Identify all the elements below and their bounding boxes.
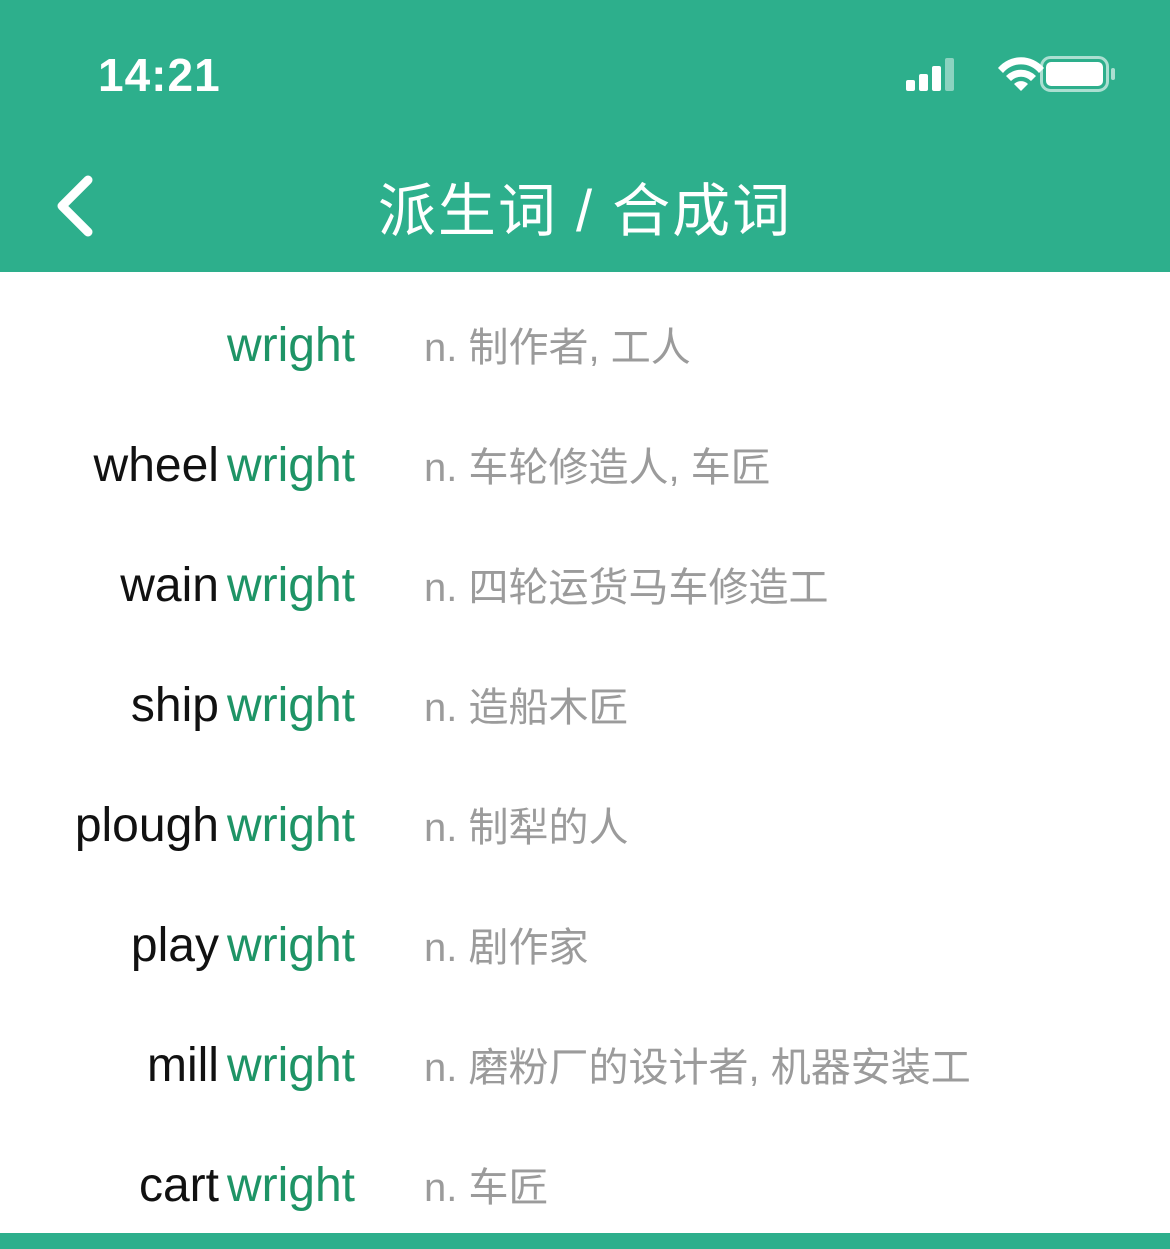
- word-meaning: n. 磨粉厂的设计者, 机器安装工: [424, 1046, 971, 1090]
- status-icons: [906, 56, 1115, 92]
- word: cart wright: [139, 1154, 355, 1218]
- page-title: 派生词 / 合成词: [377, 179, 793, 244]
- word-prefix: cart: [138, 1159, 219, 1212]
- word-meaning: n. 车匠: [424, 1166, 549, 1210]
- list-item[interactable]: wright n. 制作者, 工人: [0, 286, 1170, 406]
- word-root: wright: [226, 1039, 355, 1092]
- word-root: wright: [226, 799, 355, 852]
- word: mill wright: [147, 1034, 355, 1098]
- list-item[interactable]: cart wright n. 车匠: [0, 1126, 1170, 1246]
- word-root: wright: [226, 1159, 355, 1212]
- list-item[interactable]: ship wright n. 造船木匠: [0, 646, 1170, 766]
- word-prefix: play: [130, 919, 219, 972]
- status-time: 14:21: [98, 49, 221, 101]
- list-item[interactable]: play wright n. 剧作家: [0, 886, 1170, 1006]
- nav-header: 14:21 派生词 / 合成词: [0, 0, 1170, 272]
- wifi-icon: [998, 57, 1044, 91]
- word-root: wright: [226, 679, 355, 732]
- word-meaning: n. 制作者, 工人: [424, 326, 691, 370]
- word: ship wright: [131, 674, 355, 738]
- word: wright: [219, 314, 355, 378]
- word-prefix: wheel: [93, 439, 219, 492]
- bottom-bar: [0, 1233, 1170, 1249]
- word-meaning: n. 造船木匠: [424, 686, 629, 730]
- word: play wright: [131, 914, 355, 978]
- word-root: wright: [226, 319, 355, 372]
- word: wheel wright: [94, 434, 355, 498]
- word: wain wright: [120, 554, 355, 618]
- word-prefix: mill: [146, 1039, 219, 1092]
- word-prefix: wain: [120, 559, 219, 612]
- word-meaning: n. 四轮运货马车修造工: [424, 566, 829, 610]
- battery-icon: [1040, 56, 1115, 92]
- word-prefix: plough: [74, 799, 219, 852]
- word: plough wright: [75, 794, 355, 858]
- list-item[interactable]: wheel wright n. 车轮修造人, 车匠: [0, 406, 1170, 526]
- list-item[interactable]: wain wright n. 四轮运货马车修造工: [0, 526, 1170, 646]
- list-item[interactable]: mill wright n. 磨粉厂的设计者, 机器安装工: [0, 1006, 1170, 1126]
- word-list: wright n. 制作者, 工人 wheel wright n. 车轮修造人, …: [0, 286, 1170, 1246]
- word-root: wright: [226, 559, 355, 612]
- signal-icon: [906, 58, 954, 91]
- word-prefix: ship: [130, 679, 219, 732]
- word-root: wright: [226, 919, 355, 972]
- word-meaning: n. 制犁的人: [424, 806, 629, 850]
- list-item[interactable]: plough wright n. 制犁的人: [0, 766, 1170, 886]
- word-root: wright: [226, 439, 355, 492]
- word-meaning: n. 剧作家: [424, 926, 589, 970]
- word-meaning: n. 车轮修造人, 车匠: [424, 446, 771, 490]
